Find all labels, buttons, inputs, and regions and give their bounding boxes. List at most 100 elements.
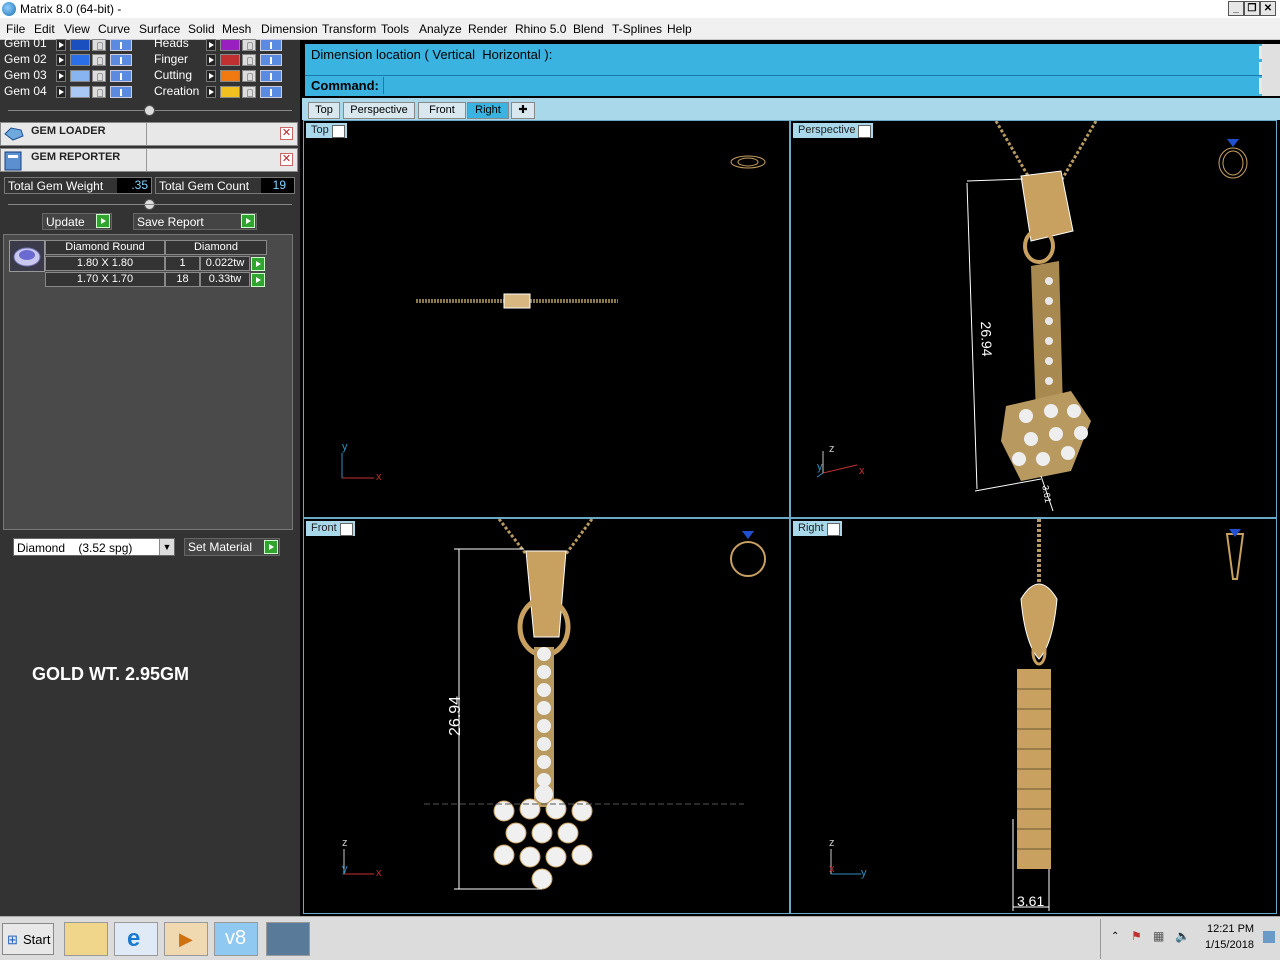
gem-loader-header[interactable]: GEM LOADER ✕ (0, 122, 298, 146)
layer-color-swatch[interactable] (220, 54, 240, 66)
chevron-down-icon[interactable]: ▼ (159, 539, 174, 555)
lock-icon[interactable] (242, 54, 256, 66)
menu-curve[interactable]: Curve (98, 22, 130, 36)
layer-color-swatch[interactable] (220, 70, 240, 82)
layer-visibility-button[interactable] (260, 70, 282, 82)
update-button[interactable]: Update (42, 213, 112, 230)
minimize-button[interactable]: _ (1228, 1, 1244, 16)
layer-row[interactable]: Finger (154, 52, 289, 67)
chevron-up-icon[interactable]: ⌃ (1111, 931, 1119, 942)
matrix-taskbar-icon[interactable]: v8 (214, 922, 258, 956)
layer-color-swatch[interactable] (70, 39, 90, 51)
layer-color-swatch[interactable] (220, 86, 240, 98)
menu-transform[interactable]: Transform (322, 22, 376, 36)
menu-surface[interactable]: Surface (139, 22, 180, 36)
viewport-front[interactable]: Front 26.94 x z y (303, 518, 790, 914)
row-select-icon[interactable] (251, 273, 265, 287)
gem-reporter-header[interactable]: GEM REPORTER ✕ (0, 148, 298, 172)
menu-view[interactable]: View (64, 22, 90, 36)
tab-right[interactable]: Right (467, 102, 509, 119)
layer-row[interactable]: Cutting (154, 68, 289, 83)
lock-icon[interactable] (92, 86, 106, 98)
layer-visibility-button[interactable] (260, 54, 282, 66)
layer-visibility-button[interactable] (110, 54, 132, 66)
network-icon[interactable]: ▦ (1153, 929, 1164, 943)
tab-front[interactable]: Front (418, 102, 466, 119)
layer-row[interactable]: Gem 01 (4, 36, 139, 51)
volume-icon[interactable]: 🔈 (1175, 929, 1190, 943)
set-material-button[interactable]: Set Material (184, 538, 280, 556)
table-cell-count: 18 (165, 272, 200, 287)
menu-edit[interactable]: Edit (34, 22, 55, 36)
close-button[interactable]: ✕ (1260, 1, 1276, 16)
start-button[interactable]: ⊞ Start (2, 923, 54, 955)
layer-arrow[interactable] (206, 39, 216, 51)
layer-arrow[interactable] (206, 86, 216, 98)
menu-file[interactable]: File (6, 22, 25, 36)
layer-arrow[interactable] (56, 70, 66, 82)
internet-explorer-icon[interactable]: e (114, 922, 158, 956)
collapse-toggle-icon[interactable] (144, 105, 155, 116)
save-report-button[interactable]: Save Report (133, 213, 257, 230)
layer-visibility-button[interactable] (110, 86, 132, 98)
taskbar: ⊞ Start e ▶ v8 ⌃ ⚑ ▦ 🔈 12:21 PM 1/15/201… (0, 916, 1280, 960)
viewport-right[interactable]: Right 3.61 y z x (790, 518, 1277, 914)
layer-color-swatch[interactable] (70, 54, 90, 66)
add-tab-icon[interactable]: ✚ (511, 102, 535, 119)
layer-color-swatch[interactable] (220, 39, 240, 51)
layer-color-swatch[interactable] (70, 70, 90, 82)
tab-top[interactable]: Top (308, 102, 340, 119)
image-viewer-icon[interactable] (266, 922, 310, 956)
layer-row[interactable]: Gem 03 (4, 68, 139, 83)
close-icon[interactable]: ✕ (280, 153, 293, 166)
layer-row[interactable]: Gem 02 (4, 52, 139, 67)
command-label: Command: (311, 78, 379, 93)
layer-arrow[interactable] (206, 54, 216, 66)
menu-mesh[interactable]: Mesh (222, 22, 251, 36)
media-player-icon[interactable]: ▶ (164, 922, 208, 956)
layer-row[interactable]: Creation (154, 84, 289, 99)
layer-row[interactable]: Gem 04 (4, 84, 139, 99)
menu-analyze[interactable]: Analyze (419, 22, 462, 36)
layer-visibility-button[interactable] (260, 86, 282, 98)
layer-arrow[interactable] (56, 54, 66, 66)
menu-help[interactable]: Help (667, 22, 692, 36)
file-explorer-icon[interactable] (64, 922, 108, 956)
layer-visibility-button[interactable] (110, 39, 132, 51)
layer-color-swatch[interactable] (70, 86, 90, 98)
menu-solid[interactable]: Solid (188, 22, 215, 36)
command-input[interactable] (383, 77, 1257, 94)
menu-render[interactable]: Render (468, 22, 507, 36)
clock-date: 1/15/2018 (1205, 939, 1254, 951)
lock-icon[interactable] (92, 54, 106, 66)
layer-arrow[interactable] (206, 70, 216, 82)
lock-icon[interactable] (242, 86, 256, 98)
menu-dimension[interactable]: Dimension (261, 22, 318, 36)
lock-icon[interactable] (92, 70, 106, 82)
lock-icon[interactable] (92, 39, 106, 51)
layer-row[interactable]: Heads (154, 36, 289, 51)
layer-visibility-button[interactable] (110, 70, 132, 82)
viewport-tab-bar: Top Perspective Front Right ✚ (302, 98, 1280, 120)
menu-tools[interactable]: Tools (381, 22, 409, 36)
material-select[interactable]: Diamond (3.52 spg) ▼ (13, 538, 175, 556)
lock-icon[interactable] (242, 39, 256, 51)
action-center-icon[interactable]: ⚑ (1131, 929, 1142, 943)
lock-icon[interactable] (242, 70, 256, 82)
row-select-icon[interactable] (251, 257, 265, 271)
layer-arrow[interactable] (56, 86, 66, 98)
menu-tsplines[interactable]: T-Splines (612, 22, 662, 36)
command-scrollbar[interactable] (1262, 44, 1280, 96)
layer-arrow[interactable] (56, 39, 66, 51)
maximize-button[interactable]: ❐ (1244, 1, 1260, 16)
gem-loader-title: GEM LOADER (31, 125, 106, 137)
layer-name: Gem 04 (4, 84, 47, 98)
menu-blend[interactable]: Blend (573, 22, 604, 36)
tab-perspective[interactable]: Perspective (343, 102, 415, 119)
viewport-perspective[interactable]: Perspective 26.94 3.61 x z y (790, 120, 1277, 518)
show-desktop-button[interactable] (1263, 931, 1275, 943)
viewport-top[interactable]: Top x y (303, 120, 790, 518)
layer-visibility-button[interactable] (260, 39, 282, 51)
menu-rhino[interactable]: Rhino 5.0 (515, 22, 566, 36)
close-icon[interactable]: ✕ (280, 127, 293, 140)
